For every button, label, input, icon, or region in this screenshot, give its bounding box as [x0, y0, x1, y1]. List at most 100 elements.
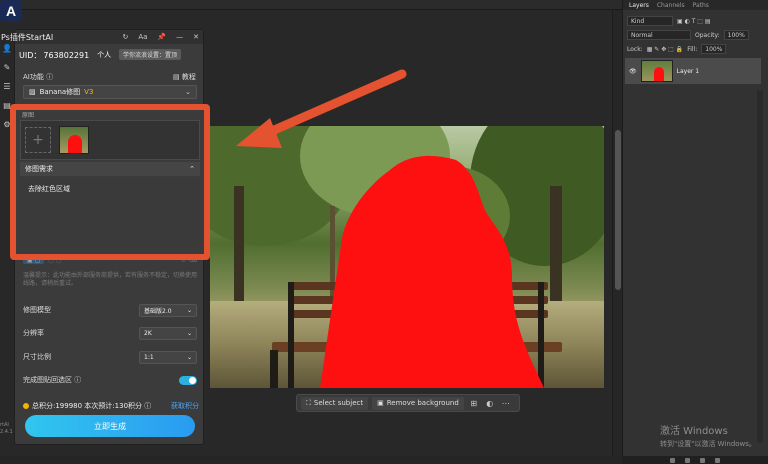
thumbnail-mask — [68, 135, 82, 153]
points-text: 总积分:199980 本次预计:130积分 ⓘ — [32, 402, 152, 410]
taskbar-icon[interactable] — [685, 457, 690, 463]
windows-activation-watermark: 激活 Windows 转到"设置"以激活 Windows。 — [660, 426, 756, 450]
fill-input[interactable]: 100% — [701, 44, 727, 54]
tutorial-link[interactable]: ▤ 教程 — [173, 72, 196, 82]
layers-icon[interactable]: ☰ — [3, 82, 10, 91]
taskbar-icon[interactable] — [670, 457, 675, 463]
taskbar-icon[interactable] — [715, 457, 720, 463]
tab-channels[interactable]: Channels — [657, 2, 685, 9]
minimize-icon[interactable]: — — [176, 33, 183, 41]
uid-label: UID： — [19, 50, 42, 60]
model-row: 修图模型 基础版2.0 ⌄ — [23, 303, 197, 317]
highlight-box: 原图 + 修图需求 ⌃ 去除红色区域 — [10, 104, 210, 260]
resolution-row: 分辨率 2K ⌄ — [23, 326, 197, 340]
plugin-header: Ps插件StartAI ↻ Aa 📌 — ✕ — [1, 30, 203, 44]
blend-mode-value: Normal — [631, 31, 653, 39]
ratio-select[interactable]: 1:1 ⌄ — [139, 350, 197, 364]
select-subject-button[interactable]: ⛶ Select subject — [301, 396, 369, 410]
upload-label: 原图 — [22, 112, 35, 119]
more-icon[interactable]: ⋯ — [500, 397, 512, 409]
taskbar-icon[interactable] — [700, 457, 705, 463]
mode-dropdown[interactable]: ▨ Banana修图 V3 ⌄ — [23, 85, 197, 99]
contrast-icon[interactable]: ◐ — [484, 397, 496, 409]
prompt-header-label: 修图需求 — [25, 165, 53, 173]
opacity-value: 100% — [727, 31, 745, 39]
brush-icon[interactable]: ✎ — [4, 63, 11, 72]
contextual-task-bar: ⛶ Select subject ▣ Remove background ⊞ ◐… — [296, 394, 520, 412]
select-subject-icon: ⛶ — [306, 398, 311, 407]
tab-paths[interactable]: Paths — [693, 2, 709, 9]
image-upload-area[interactable]: + — [20, 120, 200, 160]
status-bar — [0, 456, 622, 464]
resolution-value: 2K — [144, 329, 152, 337]
filter-row: Kind ▣ ◐ T ⬚ ▤ — [623, 14, 768, 28]
layer-name: Layer 1 — [676, 67, 700, 75]
pin-icon[interactable]: 📌 — [157, 33, 166, 41]
remove-background-button[interactable]: ▣ Remove background — [372, 396, 464, 410]
prompt-header[interactable]: 修图需求 ⌃ — [20, 162, 200, 176]
ratio-label: 尺寸比例 — [23, 353, 51, 361]
layer-thumbnail — [640, 60, 673, 82]
kind-filter-select[interactable]: Kind — [627, 16, 673, 26]
lock-row: Lock: ▦ ✎ ✥ ⬚ 🔒 Fill: 100% — [623, 42, 768, 56]
image-icon: ▨ — [29, 88, 36, 96]
chevron-down-icon: ⌄ — [186, 329, 192, 337]
activate-subtitle: 转到"设置"以激活 Windows。 — [660, 440, 756, 448]
vertical-scrollbar[interactable] — [612, 10, 622, 458]
chevron-down-icon: ⌄ — [185, 88, 191, 96]
layers-tabs: Layers Channels Paths — [623, 0, 768, 10]
generate-button[interactable]: 立即生成 — [25, 415, 195, 437]
prompt-text: 去除红色区域 — [28, 185, 70, 193]
kind-filter-value: Kind — [631, 17, 645, 25]
blend-mode-select[interactable]: Normal — [627, 30, 691, 40]
startai-logo: A — [0, 0, 22, 22]
ratio-row: 尺寸比例 1:1 ⌄ — [23, 350, 197, 364]
taskbar — [622, 456, 768, 464]
add-image-icon[interactable]: + — [25, 127, 51, 153]
refresh-icon[interactable]: ↻ — [122, 33, 128, 41]
activate-title: 激活 Windows — [660, 426, 728, 437]
resolution-label: 分辨率 — [23, 329, 44, 337]
scrollbar-thumb[interactable] — [615, 130, 621, 290]
blend-row: Normal Opacity: 100% — [623, 28, 768, 42]
select-subject-label: Select subject — [313, 399, 364, 407]
image-icon: ▣ — [377, 399, 384, 407]
tutorial-label: 教程 — [181, 73, 196, 81]
opacity-input[interactable]: 100% — [723, 30, 749, 40]
layer-thumbnail-mask — [653, 67, 664, 81]
resolution-select[interactable]: 2K ⌄ — [139, 326, 197, 340]
layers-scrollbar[interactable] — [757, 90, 763, 442]
model-label: 修图模型 — [23, 306, 51, 314]
uid-value[interactable]: 763802291 — [43, 51, 89, 60]
opacity-label: Opacity: — [695, 31, 720, 39]
paste-back-row: 完成图贴回选区 ⓘ — [23, 373, 197, 387]
uploaded-image-thumbnail[interactable] — [59, 126, 89, 154]
pin-tooltip: 学你流浪设置：置顶 — [119, 49, 182, 60]
recharge-link[interactable]: 获取积分 — [171, 401, 199, 411]
paste-back-toggle[interactable] — [179, 375, 197, 385]
lock-icons[interactable]: ▦ ✎ ✥ ⬚ 🔒 — [647, 46, 684, 53]
chevron-down-icon: ⌄ — [186, 306, 192, 314]
chevron-down-icon: ⌄ — [186, 353, 192, 361]
fill-label: Fill: — [687, 45, 698, 53]
close-icon[interactable]: ✕ — [193, 33, 199, 41]
coin-icon — [23, 403, 29, 409]
filter-icons: ▣ ◐ T ⬚ ▤ — [677, 17, 711, 25]
annotation-arrow — [236, 69, 407, 148]
ai-function-label: AI功能 ⓘ — [23, 73, 54, 81]
photo-canvas[interactable] — [210, 126, 604, 388]
header-icons: ↻ Aa 📌 — ✕ — [122, 33, 199, 41]
chevron-up-icon: ⌃ — [189, 165, 195, 173]
user-icon[interactable]: 👤 — [2, 44, 12, 53]
remove-background-label: Remove background — [386, 399, 459, 407]
visibility-eye-icon[interactable]: 👁 — [629, 68, 637, 75]
prompt-textarea[interactable]: 去除红色区域 — [20, 178, 200, 248]
version-text: rtAI 2.4.1 — [0, 422, 13, 435]
fill-value: 100% — [705, 45, 723, 53]
font-size-icon[interactable]: Aa — [138, 33, 147, 41]
personal-link[interactable]: 个人 — [97, 50, 111, 60]
model-select[interactable]: 基础版2.0 ⌄ — [139, 303, 197, 317]
layer-row[interactable]: 👁 Layer 1 — [625, 58, 761, 84]
tab-layers[interactable]: Layers — [629, 2, 649, 9]
transform-icon[interactable]: ⊞ — [468, 397, 480, 409]
